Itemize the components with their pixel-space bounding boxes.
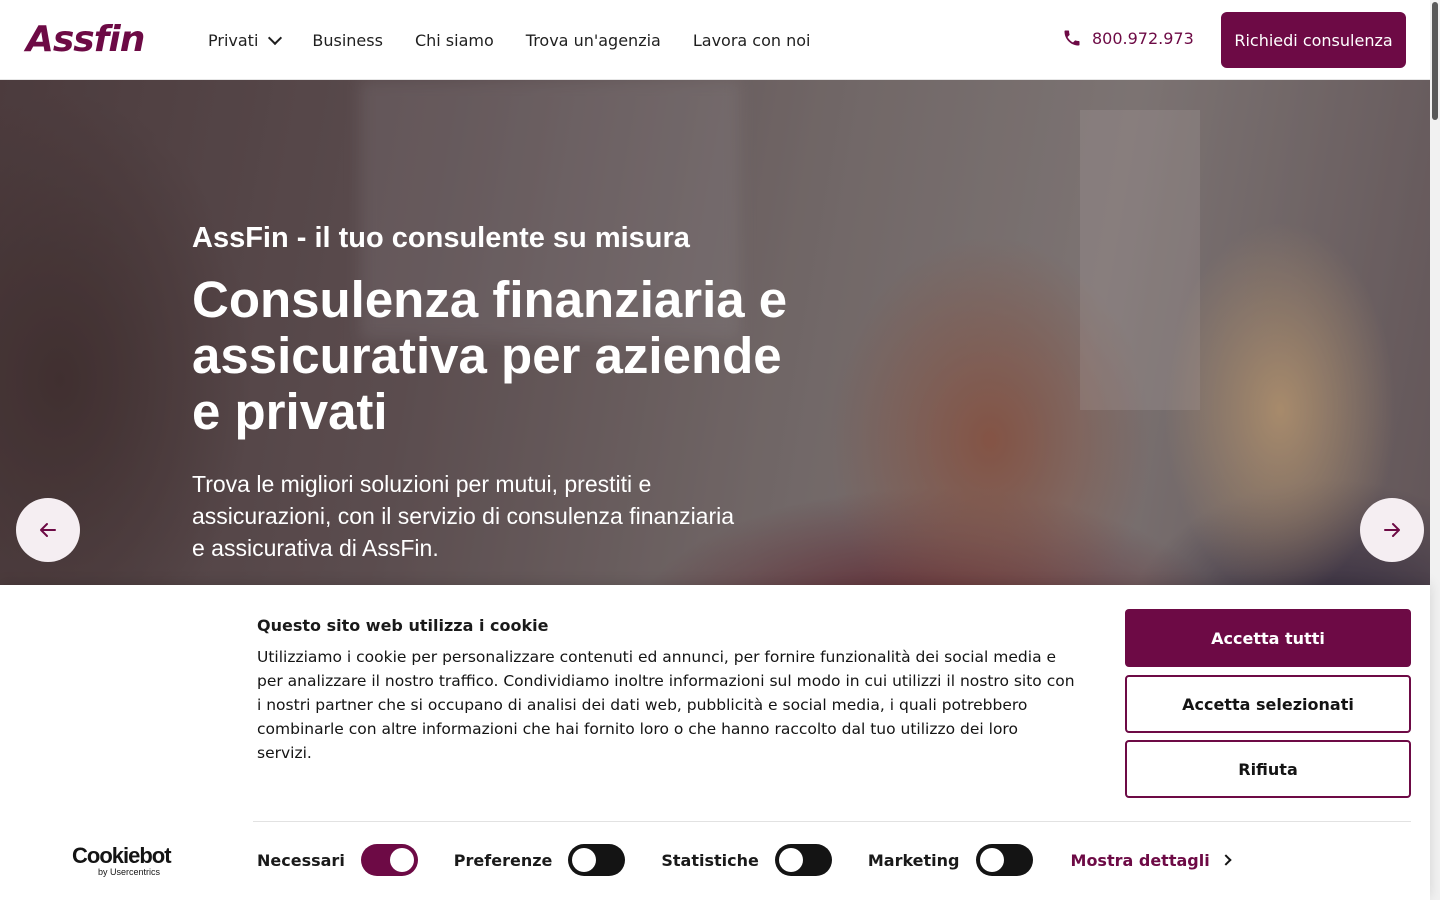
nav-item-trova-agenzia[interactable]: Trova un'agenzia [526,31,661,50]
show-details-link[interactable]: Mostra dettagli [1070,850,1232,870]
toggle-label: Preferenze [453,850,553,870]
hero-description: Trova le migliori soluzioni per mutui, p… [192,471,735,561]
cookie-title: Questo sito web utilizza i cookie [257,616,549,635]
carousel-prev-button[interactable] [16,498,80,562]
phone-link[interactable]: 800.972.973 [1062,28,1194,48]
cookiebot-logo: Cookiebot by Usercentrics [72,843,178,878]
statistiche-switch[interactable] [774,844,832,876]
chevron-right-icon [1220,854,1232,866]
consent-toggles: Necessari Preferenze Statistiche Marketi… [257,844,1232,876]
switch-knob [389,848,414,872]
details-label: Mostra dettagli [1070,850,1210,870]
toggle-marketing: Marketing [868,844,1033,876]
chevron-down-icon [268,30,283,45]
cookie-divider [253,821,1411,822]
nav-label: Lavora con noi [692,30,811,50]
toggle-necessari: Necessari [257,844,418,876]
nav-label: Privati [208,30,259,50]
phone-number: 800.972.973 [1092,28,1194,48]
switch-knob [572,848,597,872]
toggle-label: Marketing [867,850,960,870]
scrollbar-thumb[interactable] [1432,2,1438,120]
switch-knob [979,848,1004,872]
assfin-logo[interactable]: Assfin [26,22,170,58]
arrow-right-icon [1384,523,1400,537]
marketing-switch[interactable] [975,844,1033,876]
hero-title: Consulenza finanziaria e assicurativa pe… [192,271,788,440]
nav-item-chi-siamo[interactable]: Chi siamo [415,31,494,50]
cookiebot-byline: by Usercentrics [98,867,161,877]
preferenze-switch[interactable] [568,844,626,876]
toggle-statistiche: Statistiche [661,844,832,876]
switch-knob [778,848,803,872]
hero-content: AssFin - il tuo consulente su misura Con… [192,220,792,564]
main-nav: Privati Business Chi siamo Trova un'agen… [208,0,810,80]
logo-text: Assfin [26,19,145,60]
accept-selected-button[interactable]: Accetta selezionati [1125,675,1411,733]
cookie-banner: Questo sito web utilizza i cookie Utiliz… [0,585,1430,900]
accept-all-button[interactable]: Accetta tutti [1125,609,1411,667]
toggle-label: Necessari [257,850,345,870]
cookiebot-wordmark: Cookiebot [72,843,172,868]
nav-item-lavora-con-noi[interactable]: Lavora con noi [693,31,811,50]
arrow-left-icon [40,523,56,537]
nav-item-business[interactable]: Business [312,31,383,50]
nav-label: Trova un'agenzia [525,30,661,50]
site-header: Assfin Privati Business Chi siamo Trova … [0,0,1430,80]
page-scrollbar[interactable] [1430,0,1440,900]
nav-item-privati[interactable]: Privati [208,30,283,50]
necessari-switch[interactable] [360,844,418,876]
hero-background-light [1080,110,1200,410]
carousel-next-button[interactable] [1360,498,1424,562]
toggle-preferenze: Preferenze [454,844,626,876]
richiedi-consulenza-button[interactable]: Richiedi consulenza [1221,12,1406,68]
cookie-text: Utilizziamo i cookie per personalizzare … [257,648,1075,762]
reject-button[interactable]: Rifiuta [1125,740,1411,798]
nav-label: Chi siamo [414,30,494,50]
hero-eyebrow: AssFin - il tuo consulente su misura [192,222,690,254]
phone-icon [1064,30,1080,46]
toggle-label: Statistiche [661,850,759,870]
nav-label: Business [312,30,383,50]
